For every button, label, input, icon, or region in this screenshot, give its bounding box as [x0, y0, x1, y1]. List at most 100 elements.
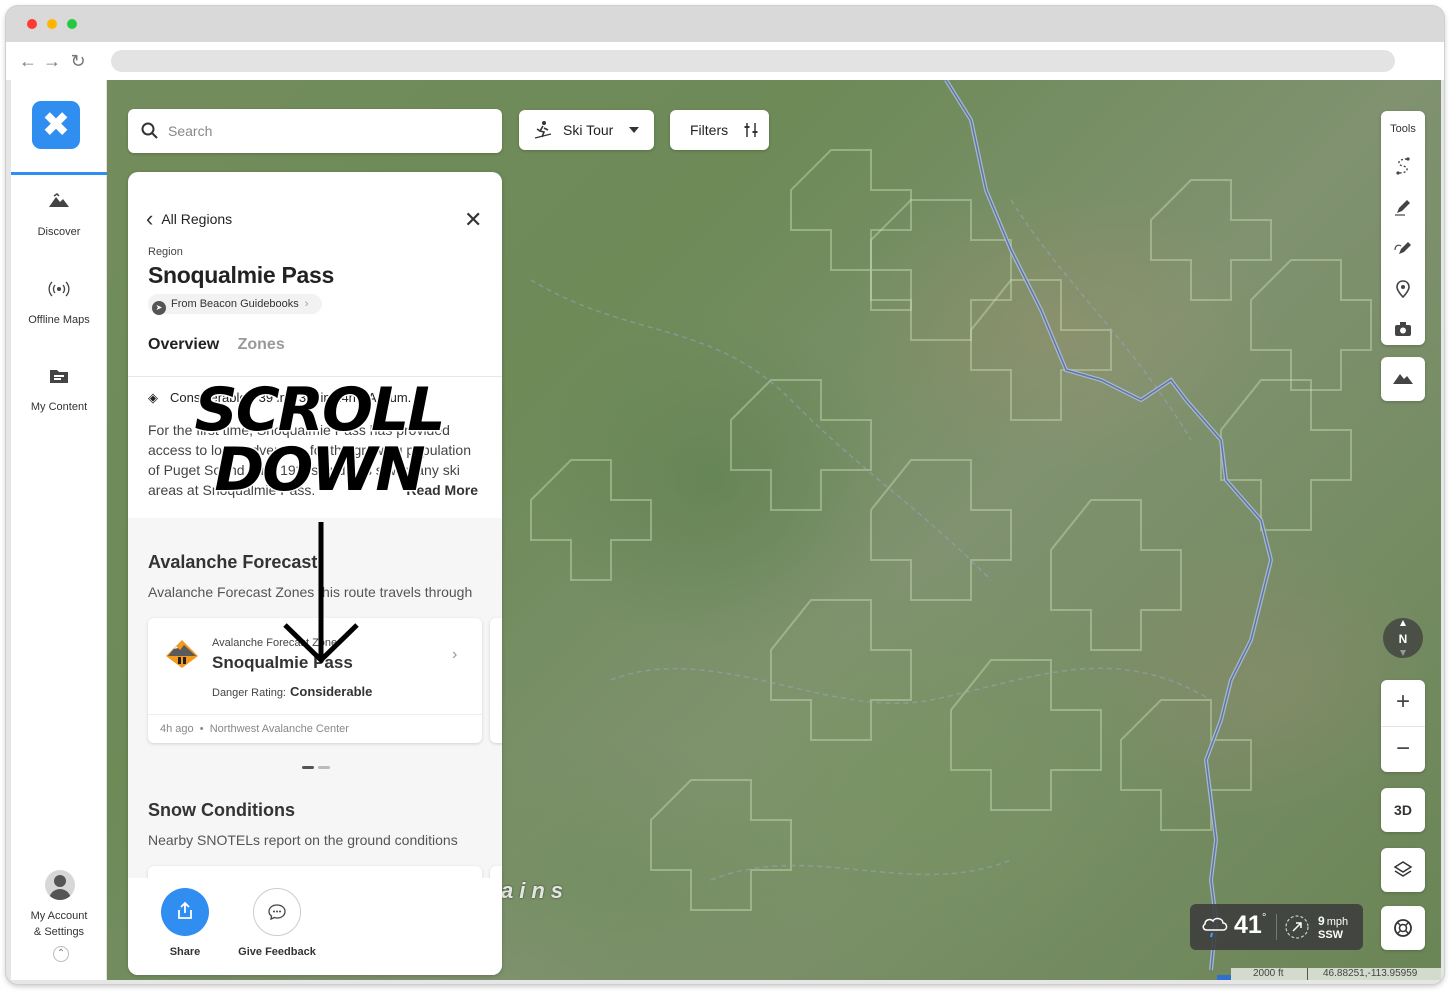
maximize-window-button[interactable]: [67, 19, 77, 29]
snow-section-subtitle: Nearby SNOTELs report on the ground cond…: [148, 832, 458, 848]
account-label-line1: My Account: [30, 910, 88, 922]
close-window-button[interactable]: [27, 19, 37, 29]
tools-palette: Tools: [1381, 111, 1425, 345]
account-settings-link[interactable]: My Account & Settings: [11, 908, 107, 940]
sidebar-item-label: My Content: [30, 401, 88, 413]
share-label: Share: [169, 946, 201, 958]
tab-bar: Overview Zones: [148, 336, 285, 354]
caret-down-icon: [629, 127, 639, 133]
overlay-line1: SCROLL: [193, 375, 447, 445]
active-indicator: [11, 172, 107, 175]
terrain-mode-button[interactable]: [1381, 357, 1425, 401]
chat-bubble-icon: [268, 904, 286, 921]
wind-unit: mph: [1326, 916, 1349, 928]
chevron-right-icon: ›: [304, 298, 309, 310]
zoom-out-button[interactable]: −: [1381, 726, 1425, 772]
page-title: Snoqualmie Pass: [148, 262, 334, 288]
chevron-up-icon[interactable]: ⌃: [53, 946, 69, 962]
tab-overview[interactable]: Overview: [148, 336, 219, 353]
map-pin-icon[interactable]: [1393, 279, 1413, 299]
avalanche-danger-icon: [166, 640, 198, 668]
zoom-in-button[interactable]: +: [1381, 680, 1425, 726]
activity-filter-dropdown[interactable]: Ski Tour: [519, 110, 654, 150]
3d-toggle-button[interactable]: 3D: [1381, 788, 1425, 832]
cloud-rain-icon: [1202, 917, 1228, 938]
back-arrow-icon[interactable]: ←: [18, 51, 38, 71]
account-label-line2: & Settings: [33, 926, 85, 938]
forecast-source: Northwest Avalanche Center: [209, 723, 349, 735]
panel-footer: Share Give Feedback: [128, 878, 502, 975]
map-place-label: ains: [501, 878, 570, 903]
avatar[interactable]: [45, 870, 75, 900]
sidebar-item-offline-maps[interactable]: Offline Maps: [11, 280, 107, 328]
wind-speed: 9 mph: [1318, 914, 1348, 928]
mountain-icon: [11, 192, 107, 214]
sidebar-item-label: Discover: [37, 226, 81, 238]
filters-button[interactable]: Filters: [670, 110, 769, 150]
chevron-left-icon: ‹: [146, 206, 154, 231]
scale-bar: 2000 ft 46.88251,-113.95959: [1231, 968, 1441, 980]
filters-label: Filters: [690, 122, 729, 138]
locate-button[interactable]: [1381, 906, 1425, 950]
reload-icon[interactable]: ↻: [68, 51, 88, 71]
zoom-controls: + −: [1381, 680, 1425, 772]
layers-button[interactable]: [1381, 848, 1425, 892]
sidebar-item-label: Offline Maps: [28, 314, 90, 326]
scroll-down-overlay: SCROLL DOWN: [169, 375, 469, 502]
wind-speed-value: 9: [1318, 914, 1325, 928]
route-icon[interactable]: [1393, 156, 1413, 176]
wind-direction-icon: [1285, 915, 1309, 939]
chevron-right-icon: ›: [452, 646, 458, 663]
pager-dot-active[interactable]: [302, 766, 314, 769]
ski-tour-icon: [534, 121, 552, 139]
signal-icon: [11, 280, 107, 302]
address-bar[interactable]: [111, 50, 1395, 72]
tab-zones[interactable]: Zones: [238, 336, 285, 353]
title-bar: [6, 6, 1444, 42]
source-label: From Beacon Guidebooks: [171, 298, 299, 310]
forward-arrow-icon[interactable]: →: [42, 51, 62, 71]
all-regions-back-link[interactable]: ‹ All Regions: [146, 206, 232, 231]
avalanche-card-footer: 4h ago • Northwest Avalanche Center: [148, 714, 482, 735]
minimize-window-button[interactable]: [47, 19, 57, 29]
life-ring-icon: [1394, 919, 1412, 937]
feedback-label: Give Feedback: [238, 946, 316, 958]
scale-tick: [1307, 968, 1308, 980]
weather-widget[interactable]: 41 ° 9 mph SSW: [1190, 904, 1363, 950]
search-icon: [141, 122, 158, 139]
divider: [1276, 914, 1277, 940]
search-bar: [128, 109, 502, 153]
wind-direction: SSW: [1318, 929, 1344, 941]
sidebar-item-discover[interactable]: Discover: [11, 192, 107, 240]
compass-icon[interactable]: N: [1383, 616, 1423, 660]
give-feedback-button[interactable]: [253, 888, 301, 936]
compass-icon: ➤: [152, 301, 166, 315]
camera-icon[interactable]: [1393, 319, 1413, 339]
activity-filter-label: Ski Tour: [563, 122, 614, 138]
next-card-peek[interactable]: [490, 618, 502, 743]
left-rail: ✖ Discover Offline Maps My Content My Ac…: [11, 80, 107, 980]
cursor-coordinates: 46.88251,-113.95959: [1323, 968, 1418, 979]
sidebar-item-my-content[interactable]: My Content: [11, 367, 107, 415]
degree-symbol: °: [1262, 912, 1267, 924]
app-logo-button[interactable]: ✖: [32, 101, 80, 149]
draw-area-icon[interactable]: [1393, 238, 1413, 258]
scale-distance: 2000 ft: [1253, 968, 1284, 979]
folder-icon: [11, 367, 107, 389]
guidebook-source-link[interactable]: ➤ From Beacon Guidebooks ›: [148, 294, 323, 315]
danger-rating-label: Danger Rating:: [212, 687, 286, 699]
app-area: ains ✖ Discover Offline Maps My Content …: [11, 80, 1441, 980]
danger-rating: Danger Rating: Considerable: [212, 684, 372, 699]
browser-toolbar: ← → ↻: [6, 42, 1444, 80]
carousel-pager: [302, 756, 334, 774]
pager-dot[interactable]: [318, 766, 330, 769]
pencil-icon[interactable]: [1393, 197, 1413, 217]
down-arrow-icon: [283, 522, 359, 664]
browser-window: ← → ↻ ains ✖ Discover Offline Maps My Co…: [6, 6, 1444, 984]
share-button[interactable]: [161, 888, 209, 936]
share-icon: [178, 901, 192, 919]
map-attribution-mark: [1217, 975, 1231, 980]
region-caption: Region: [148, 246, 183, 258]
search-input[interactable]: [168, 121, 488, 141]
close-icon[interactable]: ✕: [464, 209, 482, 231]
